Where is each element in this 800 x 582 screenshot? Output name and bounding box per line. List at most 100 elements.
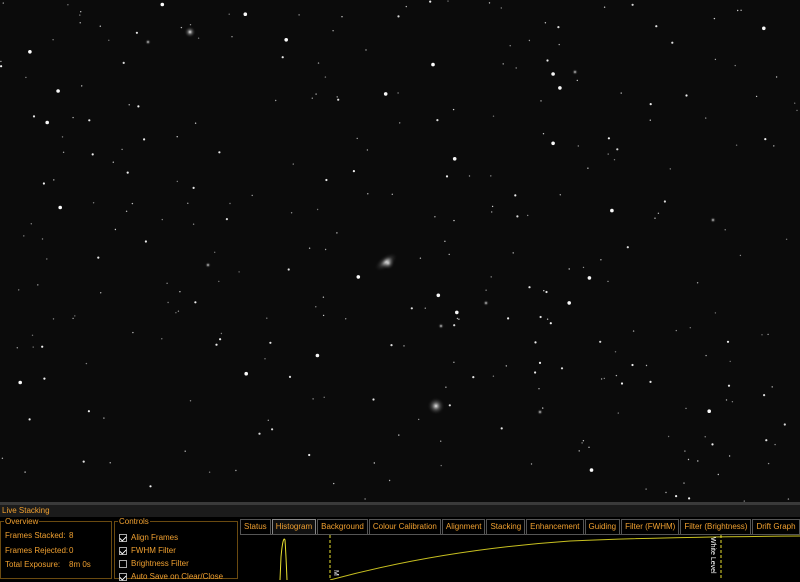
star bbox=[345, 318, 347, 320]
star bbox=[455, 310, 459, 315]
star bbox=[581, 442, 583, 444]
star bbox=[577, 145, 579, 147]
star bbox=[322, 314, 325, 317]
star bbox=[649, 103, 652, 106]
star bbox=[614, 351, 617, 353]
stacked-image-view[interactable] bbox=[0, 0, 800, 502]
tab-guiding[interactable]: Guiding bbox=[584, 519, 621, 534]
star bbox=[492, 375, 495, 377]
star bbox=[685, 94, 688, 97]
checkbox-box[interactable] bbox=[119, 546, 127, 555]
tab-histogram[interactable]: Histogram bbox=[271, 519, 317, 534]
tab-background[interactable]: Background bbox=[317, 519, 368, 534]
star bbox=[546, 59, 549, 62]
histogram-view[interactable]: M White Level bbox=[240, 534, 800, 580]
star bbox=[755, 95, 758, 98]
align-frames-checkbox[interactable]: Align Frames bbox=[119, 532, 178, 543]
star bbox=[534, 341, 537, 344]
star bbox=[31, 334, 34, 336]
tab-stacking[interactable]: Stacking bbox=[486, 519, 526, 534]
star bbox=[267, 419, 269, 421]
star bbox=[218, 280, 220, 283]
star bbox=[128, 104, 130, 106]
star bbox=[315, 93, 317, 95]
star bbox=[794, 102, 796, 104]
bright-star bbox=[537, 409, 543, 415]
star bbox=[665, 491, 667, 494]
star bbox=[607, 153, 609, 155]
frames-rejected-value: 0 bbox=[69, 546, 74, 555]
tab-colour-calibration[interactable]: Colour Calibration bbox=[368, 519, 441, 534]
star bbox=[288, 375, 292, 378]
star bbox=[669, 168, 671, 170]
star bbox=[688, 497, 691, 500]
star bbox=[696, 282, 699, 284]
tab-filter-brightness[interactable]: Filter (Brightness) bbox=[680, 519, 752, 534]
star bbox=[74, 315, 76, 317]
star bbox=[546, 318, 549, 320]
star bbox=[458, 318, 460, 320]
star bbox=[298, 14, 300, 16]
star bbox=[258, 432, 261, 435]
star bbox=[545, 290, 548, 294]
star bbox=[728, 455, 731, 457]
star bbox=[189, 400, 192, 402]
star bbox=[397, 15, 400, 18]
star bbox=[1, 457, 4, 459]
tab-status[interactable]: Status bbox=[240, 519, 271, 534]
star bbox=[352, 170, 355, 173]
star bbox=[287, 268, 290, 271]
overview-group: Overview Frames Stacked: 8 Frames Reject… bbox=[0, 517, 112, 579]
star bbox=[452, 157, 457, 161]
star bbox=[711, 443, 714, 446]
tab-enhancement[interactable]: Enhancement bbox=[526, 519, 584, 534]
checkbox-box[interactable] bbox=[119, 572, 127, 581]
star bbox=[765, 439, 768, 442]
star bbox=[492, 115, 495, 117]
star bbox=[219, 338, 222, 341]
star bbox=[557, 26, 560, 29]
star bbox=[18, 380, 23, 385]
star bbox=[284, 38, 289, 42]
star bbox=[177, 310, 180, 312]
star bbox=[336, 96, 338, 98]
star bbox=[332, 30, 334, 32]
star bbox=[92, 202, 95, 204]
star bbox=[527, 214, 529, 217]
histogram-chart bbox=[279, 535, 800, 580]
star bbox=[502, 63, 504, 65]
star bbox=[516, 215, 519, 218]
tab-alignment[interactable]: Alignment bbox=[441, 519, 486, 534]
star bbox=[731, 401, 734, 403]
star bbox=[599, 340, 602, 343]
star bbox=[538, 361, 542, 364]
star bbox=[767, 333, 769, 336]
fwhm-filter-label: FWHM Filter bbox=[131, 546, 176, 555]
star bbox=[542, 407, 544, 409]
star bbox=[194, 122, 197, 124]
star bbox=[316, 208, 319, 211]
star bbox=[122, 61, 125, 64]
fwhm-filter-checkbox[interactable]: FWHM Filter bbox=[119, 545, 176, 556]
brightness-filter-checkbox[interactable]: Brightness Filter bbox=[119, 558, 189, 569]
star bbox=[167, 301, 169, 304]
tab-filter-fwhm[interactable]: Filter (FWHM) bbox=[621, 519, 680, 534]
bright-star bbox=[205, 262, 211, 268]
auto-save-checkbox[interactable]: Auto Save on Clear/Close bbox=[119, 571, 223, 582]
star bbox=[176, 136, 178, 138]
star bbox=[448, 253, 450, 256]
star bbox=[28, 418, 31, 421]
star bbox=[114, 228, 117, 231]
star bbox=[671, 41, 674, 44]
checkbox-box[interactable] bbox=[119, 533, 127, 542]
controls-legend: Controls bbox=[118, 517, 150, 526]
star bbox=[41, 345, 44, 348]
checkbox-box[interactable] bbox=[119, 559, 127, 568]
tab-drift-graph[interactable]: Drift Graph bbox=[752, 519, 800, 534]
star bbox=[225, 218, 228, 221]
star bbox=[58, 205, 62, 210]
star bbox=[613, 159, 616, 161]
star bbox=[654, 217, 656, 219]
star bbox=[290, 212, 293, 214]
star bbox=[582, 440, 585, 442]
